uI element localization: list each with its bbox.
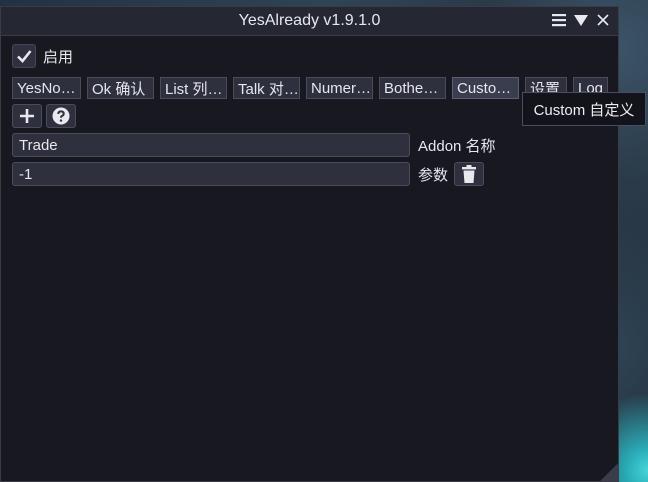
trash-icon	[462, 165, 477, 183]
collapse-icon[interactable]	[574, 12, 588, 28]
addon-name-label: Addon 名称	[418, 137, 496, 155]
tab-list[interactable]: List 列…	[160, 77, 227, 99]
tab-ok[interactable]: Ok 确认	[87, 77, 154, 99]
toolbar	[12, 104, 610, 128]
question-icon	[52, 107, 70, 125]
enable-checkbox[interactable]	[12, 44, 36, 68]
resize-grip[interactable]	[600, 463, 618, 481]
param-row: -1 参数	[12, 162, 610, 186]
tab-talk[interactable]: Talk 对…	[233, 77, 300, 99]
check-icon	[17, 50, 32, 63]
tab-bothers[interactable]: Bothe…	[379, 77, 446, 99]
title-bar-controls	[552, 12, 610, 28]
tab-yesno[interactable]: YesNo…	[12, 77, 81, 99]
param-label: 参数	[418, 166, 449, 184]
close-icon[interactable]	[596, 12, 610, 28]
enable-label: 启用	[43, 48, 74, 66]
tab-numerics[interactable]: Numer…	[306, 77, 373, 99]
delete-button[interactable]	[454, 162, 485, 186]
menu-icon[interactable]	[552, 12, 566, 28]
addon-row: Trade Addon 名称	[12, 133, 610, 157]
help-button[interactable]	[46, 104, 76, 128]
param-input[interactable]: -1	[12, 162, 410, 186]
title-bar[interactable]: YesAlready v1.9.1.0	[1, 7, 618, 36]
tab-tooltip: Custom 自定义	[522, 92, 646, 126]
tab-custom[interactable]: Custo…	[452, 77, 519, 99]
add-button[interactable]	[12, 104, 42, 128]
enable-row: 启用	[12, 44, 610, 68]
addon-name-input[interactable]: Trade	[12, 133, 410, 157]
plus-icon	[20, 109, 34, 123]
window-title: YesAlready v1.9.1.0	[238, 12, 381, 29]
tab-bar: YesNo… Ok 确认 List 列… Talk 对… Numer… Both…	[12, 77, 610, 99]
yesalready-window: YesAlready v1.9.1.0 启用 YesNo… Ok 确认 List…	[0, 6, 619, 482]
